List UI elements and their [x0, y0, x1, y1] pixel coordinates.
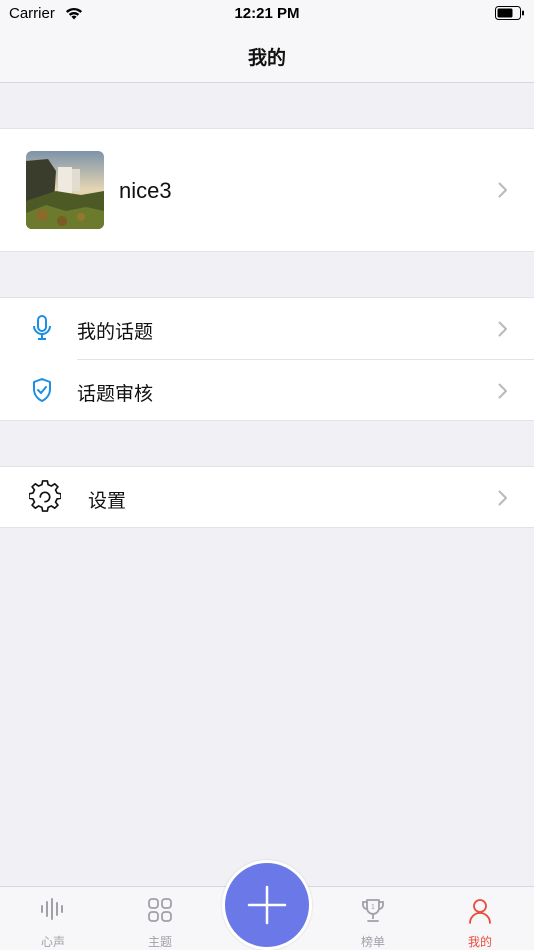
- chevron-right-icon: [498, 383, 508, 404]
- profile-row[interactable]: nice3: [0, 128, 534, 252]
- status-bar: Carrier 12:21 PM: [0, 0, 534, 28]
- battery-icon: [495, 6, 525, 26]
- tab-label: 榜单: [360, 935, 385, 949]
- settings-label: 设置: [88, 491, 127, 512]
- settings-menu: 设置: [0, 466, 534, 528]
- tab-label: 我的: [467, 935, 492, 949]
- shield-check-icon: [26, 374, 58, 406]
- plus-icon: [247, 885, 287, 925]
- topic-review-row[interactable]: 话题审核: [0, 360, 534, 422]
- gear-icon: [29, 480, 61, 513]
- waveform-icon: [0, 897, 106, 925]
- tab-mine[interactable]: 我的: [427, 887, 533, 950]
- tab-voices[interactable]: 心声: [0, 887, 106, 950]
- person-icon: [427, 897, 533, 925]
- tab-label: 心声: [40, 935, 65, 949]
- chevron-right-icon: [498, 321, 508, 342]
- username: nice3: [119, 178, 172, 203]
- add-button[interactable]: [222, 860, 312, 950]
- tab-rankings[interactable]: 1 榜单: [320, 887, 426, 950]
- microphone-icon: [26, 312, 58, 344]
- navigation-bar: 我的: [0, 28, 534, 83]
- clock: 12:21 PM: [234, 5, 300, 22]
- grid-icon: [107, 897, 213, 925]
- svg-text:1: 1: [371, 904, 375, 911]
- topic-review-label: 话题审核: [77, 384, 154, 405]
- chevron-right-icon: [498, 182, 508, 203]
- my-topics-row[interactable]: 我的话题: [0, 298, 534, 360]
- my-topics-label: 我的话题: [77, 322, 154, 343]
- chevron-right-icon: [498, 490, 508, 511]
- settings-row[interactable]: 设置: [0, 467, 534, 529]
- tab-label: 主题: [147, 935, 172, 949]
- topics-menu: 我的话题 话题审核: [0, 297, 534, 421]
- tab-themes[interactable]: 主题: [107, 887, 213, 950]
- page-title: 我的: [247, 48, 286, 69]
- trophy-icon: 1: [320, 897, 426, 925]
- avatar[interactable]: [26, 151, 104, 229]
